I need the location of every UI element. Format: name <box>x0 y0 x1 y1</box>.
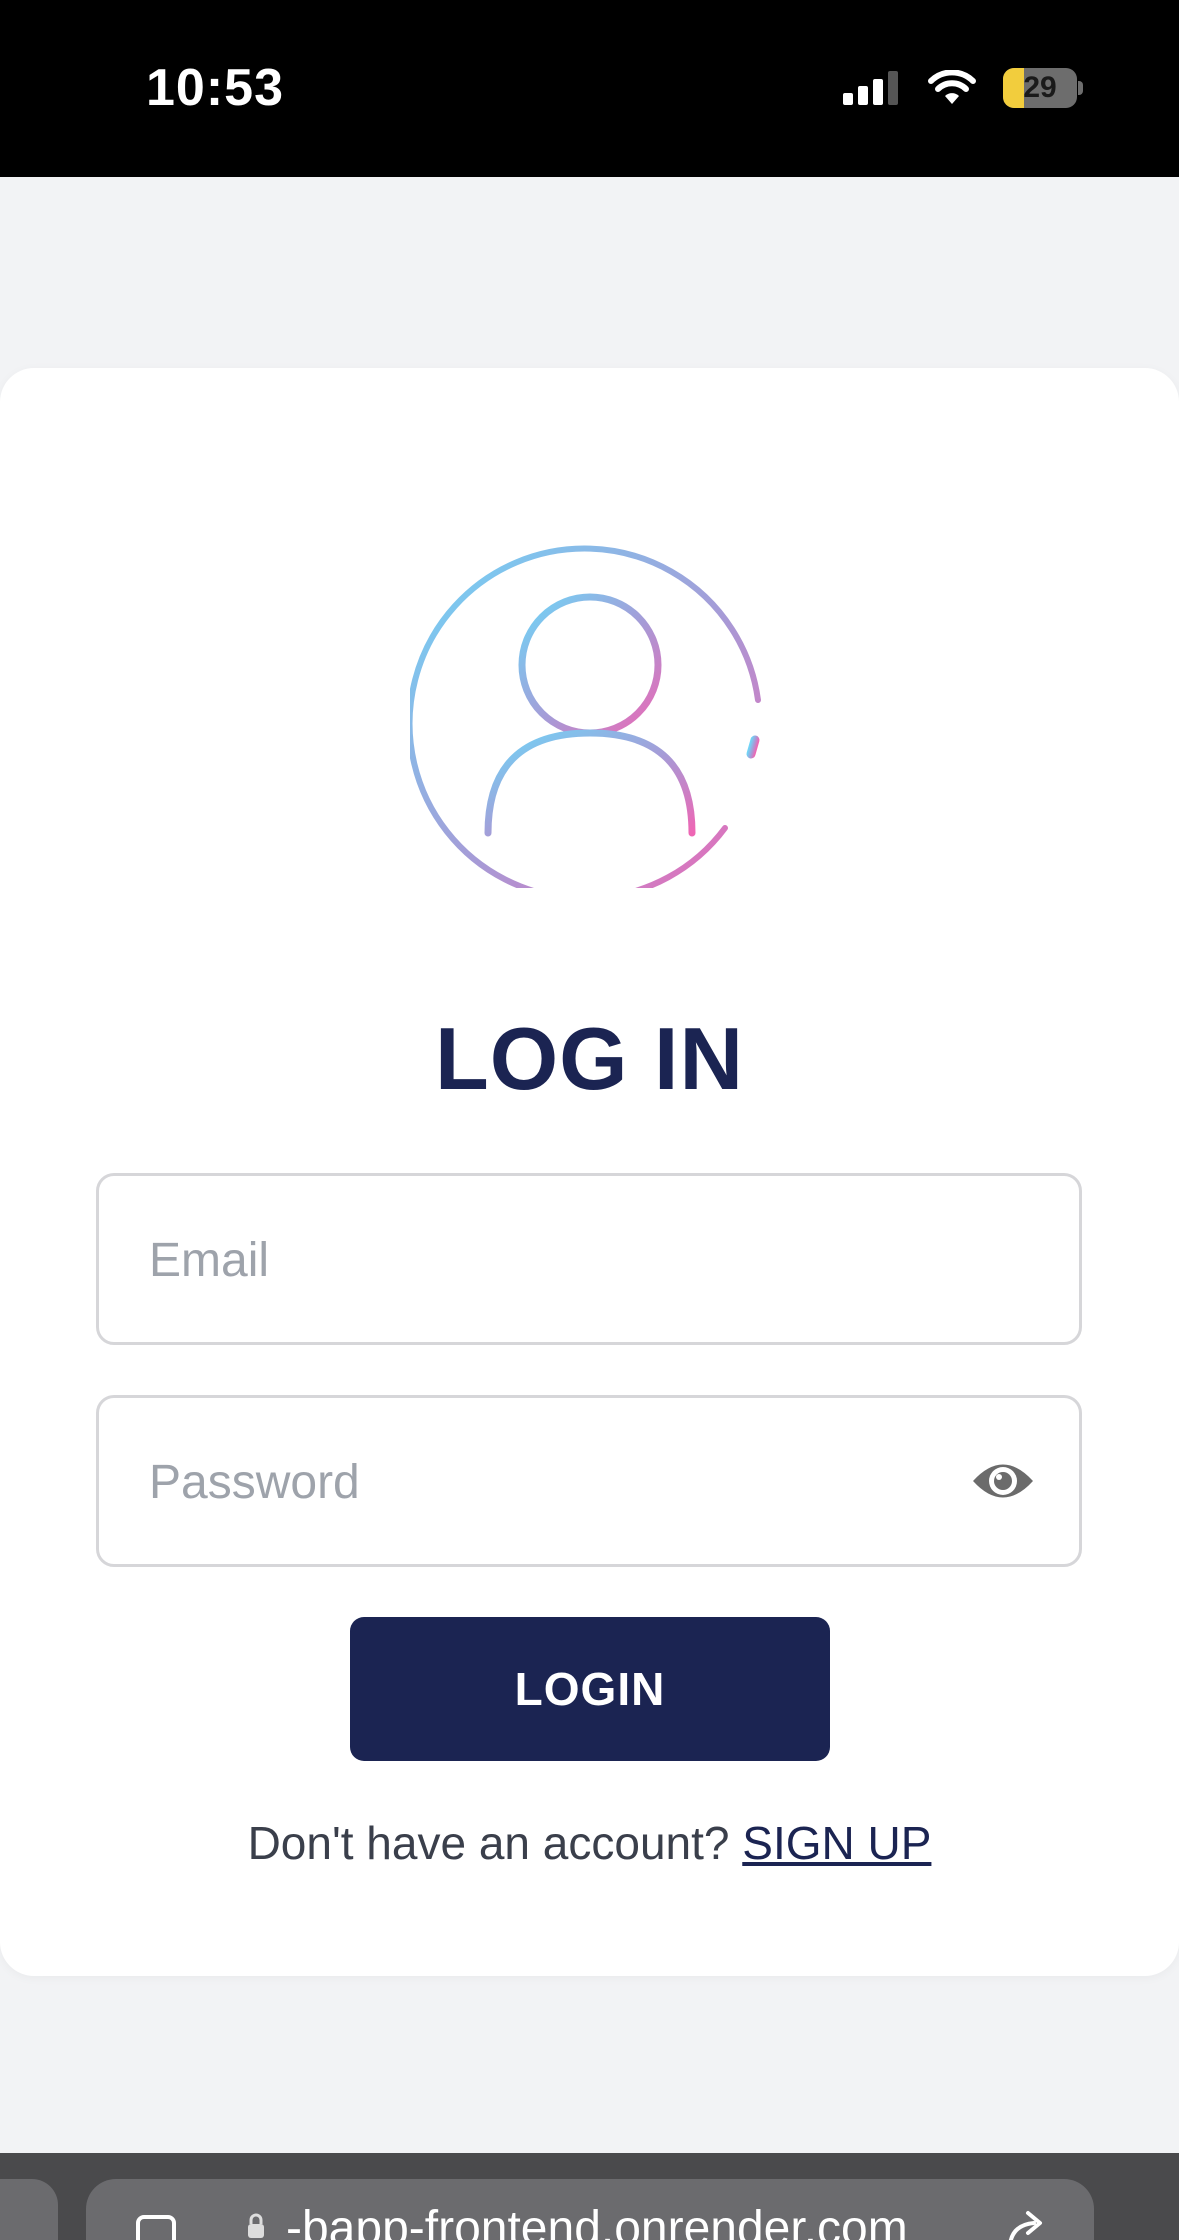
password-field[interactable] <box>96 1395 1082 1567</box>
email-field[interactable] <box>96 1173 1082 1345</box>
browser-toolbar: -bapp-frontend.onrender.com <box>0 2153 1179 2240</box>
email-input[interactable] <box>147 1176 971 1344</box>
status-bar: 10:53 29 <box>0 0 1179 177</box>
address-bar[interactable]: -bapp-frontend.onrender.com <box>86 2179 1094 2240</box>
url-text[interactable]: -bapp-frontend.onrender.com <box>286 2201 908 2240</box>
signup-prompt: Don't have an account? <box>247 1817 730 1869</box>
lock-icon <box>248 2213 264 2238</box>
share-icon[interactable] <box>1004 2209 1048 2240</box>
signup-link[interactable]: SIGN UP <box>742 1817 931 1869</box>
login-card: LOG IN LOGIN Don't have an account? SIGN… <box>0 368 1179 1976</box>
tabs-icon[interactable] <box>136 2215 176 2240</box>
avatar-icon <box>410 545 761 888</box>
login-button[interactable]: LOGIN <box>350 1617 830 1761</box>
battery-level: 29 <box>1023 71 1057 104</box>
signal-icon <box>843 71 898 105</box>
page-title: LOG IN <box>434 1009 745 1108</box>
password-input[interactable] <box>147 1398 971 1566</box>
eye-icon[interactable] <box>971 1456 1035 1506</box>
wifi-icon <box>928 70 976 104</box>
status-icons: 29 <box>843 64 1083 112</box>
status-time: 10:53 <box>146 59 284 117</box>
signup-prompt-line: Don't have an account? SIGN UP <box>0 1816 1179 1870</box>
battery-icon: 29 <box>1003 68 1083 108</box>
previous-tab[interactable] <box>0 2179 58 2240</box>
